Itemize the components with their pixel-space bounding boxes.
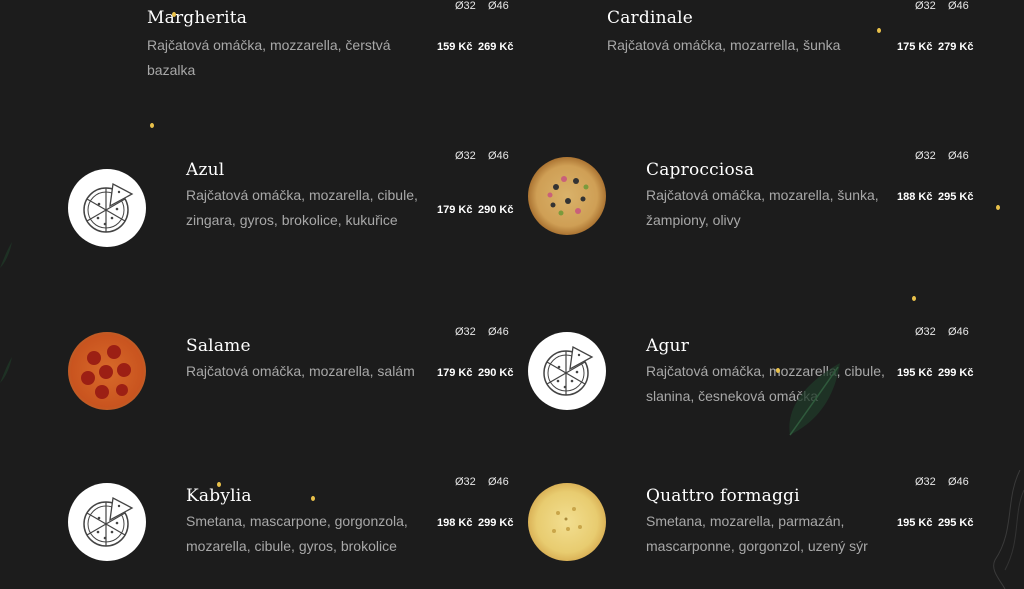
size-large-label: Ø46	[948, 326, 969, 338]
item-description: Rajčatová omáčka, mozarella, šunka, žamp…	[646, 187, 879, 228]
spark-decoration	[996, 205, 1000, 210]
basil-leaf-icon	[789, 363, 840, 436]
pizza-placeholder-icon	[528, 332, 606, 410]
capricciosa-photo	[528, 157, 606, 235]
size-small-label: Ø32	[455, 326, 476, 338]
price-large: 290 Kč	[478, 367, 514, 379]
size-small-label: Ø32	[915, 326, 936, 338]
price-large: 299 Kč	[478, 517, 514, 529]
spark-decoration	[150, 123, 154, 128]
item-name: Azul	[186, 160, 225, 180]
size-small-label: Ø32	[915, 150, 936, 162]
salame-photo	[68, 332, 146, 410]
spark-decoration	[912, 296, 916, 301]
size-small-label: Ø32	[455, 0, 476, 12]
price-large: 299 Kč	[938, 367, 974, 379]
size-small-label: Ø32	[455, 476, 476, 488]
size-small-label: Ø32	[915, 0, 936, 12]
price-small: 179 Kč	[437, 204, 473, 216]
basil-leaf-icon	[0, 242, 12, 268]
item-description: Rajčatová omáčka, mozarrella, šunka	[607, 37, 841, 53]
item-name: Quattro formaggi	[646, 486, 800, 506]
item-name: Caprocciosa	[646, 160, 755, 180]
size-small-label: Ø32	[455, 150, 476, 162]
spark-decoration	[217, 482, 221, 487]
item-description: Rajčatová omáčka, mozarella, cibule, zin…	[186, 187, 418, 228]
size-small-label: Ø32	[915, 476, 936, 488]
size-large-label: Ø46	[948, 150, 969, 162]
spark-decoration	[172, 12, 176, 17]
size-large-label: Ø46	[948, 476, 969, 488]
item-description: Rajčatová omáčka, mozzarella, cibule, sl…	[646, 363, 885, 404]
item-description: Smetana, mascarpone, gorgonzola, mozarel…	[186, 513, 408, 554]
pizza-placeholder-icon	[68, 169, 146, 247]
spark-decoration	[877, 28, 881, 33]
price-large: 269 Kč	[478, 41, 514, 53]
item-name: Cardinale	[607, 8, 693, 28]
item-description: Smetana, mozarella, parmazán, mascarponn…	[646, 513, 868, 554]
price-large: 295 Kč	[938, 517, 974, 529]
item-name: Salame	[186, 336, 251, 356]
pizza-placeholder-icon	[68, 483, 146, 561]
size-large-label: Ø46	[488, 326, 509, 338]
size-large-label: Ø46	[488, 476, 509, 488]
spark-decoration	[311, 496, 315, 501]
price-small: 159 Kč	[437, 41, 473, 53]
item-description: Rajčatová omáčka, mozarella, salám	[186, 363, 415, 379]
sketch-decoration	[993, 470, 1024, 589]
item-name: Agur	[646, 336, 690, 356]
quattro-formaggi-photo	[528, 483, 606, 561]
size-large-label: Ø46	[488, 150, 509, 162]
item-name: Margherita	[147, 8, 248, 28]
item-description: Rajčatová omáčka, mozzarella, čerstvá ba…	[147, 37, 391, 78]
basil-leaf-icon	[0, 357, 12, 383]
price-small: 198 Kč	[437, 517, 473, 529]
price-large: 279 Kč	[938, 41, 974, 53]
price-large: 290 Kč	[478, 204, 514, 216]
price-large: 295 Kč	[938, 191, 974, 203]
price-small: 175 Kč	[897, 41, 933, 53]
price-small: 179 Kč	[437, 367, 473, 379]
price-small: 195 Kč	[897, 367, 933, 379]
size-large-label: Ø46	[488, 0, 509, 12]
item-name: Kabylia	[186, 486, 252, 506]
price-small: 195 Kč	[897, 517, 933, 529]
price-small: 188 Kč	[897, 191, 933, 203]
size-large-label: Ø46	[948, 0, 969, 12]
